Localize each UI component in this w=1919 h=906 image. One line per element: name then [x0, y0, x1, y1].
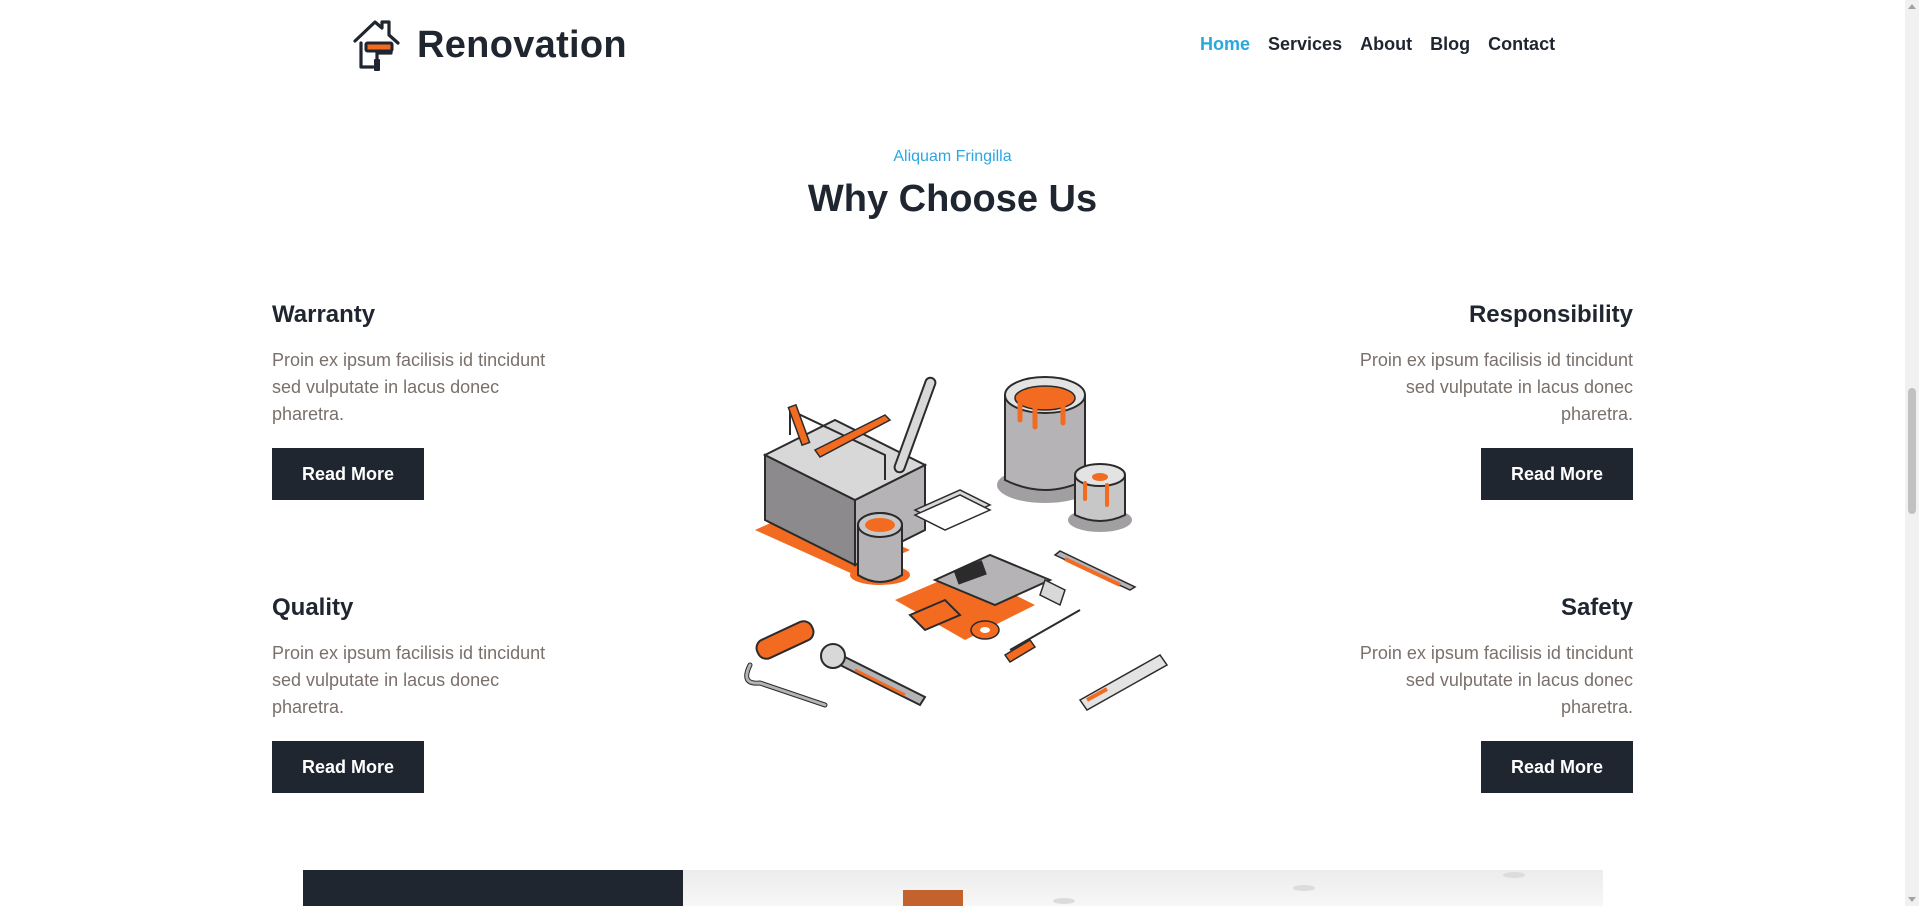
- read-more-button[interactable]: Read More: [1480, 448, 1633, 500]
- bottom-interior-photo: [683, 870, 1603, 906]
- nav-home[interactable]: Home: [1200, 34, 1250, 55]
- ceiling-light-icon: [1293, 885, 1315, 891]
- read-more-button[interactable]: Read More: [1480, 741, 1633, 793]
- ceiling-light-icon: [1053, 898, 1075, 904]
- brand-name: Renovation: [417, 23, 627, 66]
- feature-title: Responsibility: [1468, 301, 1633, 328]
- nav-about[interactable]: About: [1360, 34, 1412, 55]
- feature-title: Warranty: [272, 301, 376, 328]
- feature-title: Safety: [1560, 594, 1633, 621]
- read-more-button[interactable]: Read More: [272, 448, 425, 500]
- main-nav: Home Services About Blog Contact: [1200, 34, 1555, 55]
- feature-responsibility: Responsibility Proin ex ipsum facilisis …: [1333, 301, 1633, 500]
- scroll-up-icon[interactable]: [1908, 4, 1916, 9]
- section-eyebrow: Aliquam Fringilla: [893, 148, 1012, 165]
- renovation-tools-illustration: [744, 376, 1169, 711]
- brand-link[interactable]: Renovation: [351, 17, 627, 73]
- nav-contact[interactable]: Contact: [1488, 34, 1555, 55]
- scroll-down-icon[interactable]: [1908, 897, 1916, 902]
- page-scrollbar[interactable]: [1905, 0, 1919, 906]
- section-title: Why Choose Us: [807, 178, 1098, 220]
- bottom-dark-panel: [303, 870, 683, 906]
- site-header: Renovation Home Services About Blog Cont…: [0, 0, 1900, 92]
- feature-text: Proin ex ipsum facilisis id tincidunt se…: [1359, 350, 1633, 424]
- read-more-button[interactable]: Read More: [272, 741, 425, 793]
- feature-warranty: Warranty Proin ex ipsum facilisis id tin…: [272, 301, 572, 500]
- feature-title: Quality: [272, 594, 354, 621]
- feature-text: Proin ex ipsum facilisis id tincidunt se…: [272, 643, 546, 717]
- nav-blog[interactable]: Blog: [1430, 34, 1470, 55]
- nav-services[interactable]: Services: [1268, 34, 1342, 55]
- house-paint-roller-icon: [353, 20, 400, 71]
- ceiling-light-icon: [1503, 872, 1525, 878]
- feature-text: Proin ex ipsum facilisis id tincidunt se…: [1359, 643, 1633, 717]
- feature-text: Proin ex ipsum facilisis id tincidunt se…: [272, 350, 546, 424]
- scrollbar-thumb[interactable]: [1908, 388, 1916, 514]
- feature-quality: Quality Proin ex ipsum facilisis id tinc…: [272, 594, 572, 793]
- page: Renovation Home Services About Blog Cont…: [0, 0, 1919, 906]
- feature-safety: Safety Proin ex ipsum facilisis id tinci…: [1333, 594, 1633, 793]
- ceiling-beam: [903, 890, 963, 906]
